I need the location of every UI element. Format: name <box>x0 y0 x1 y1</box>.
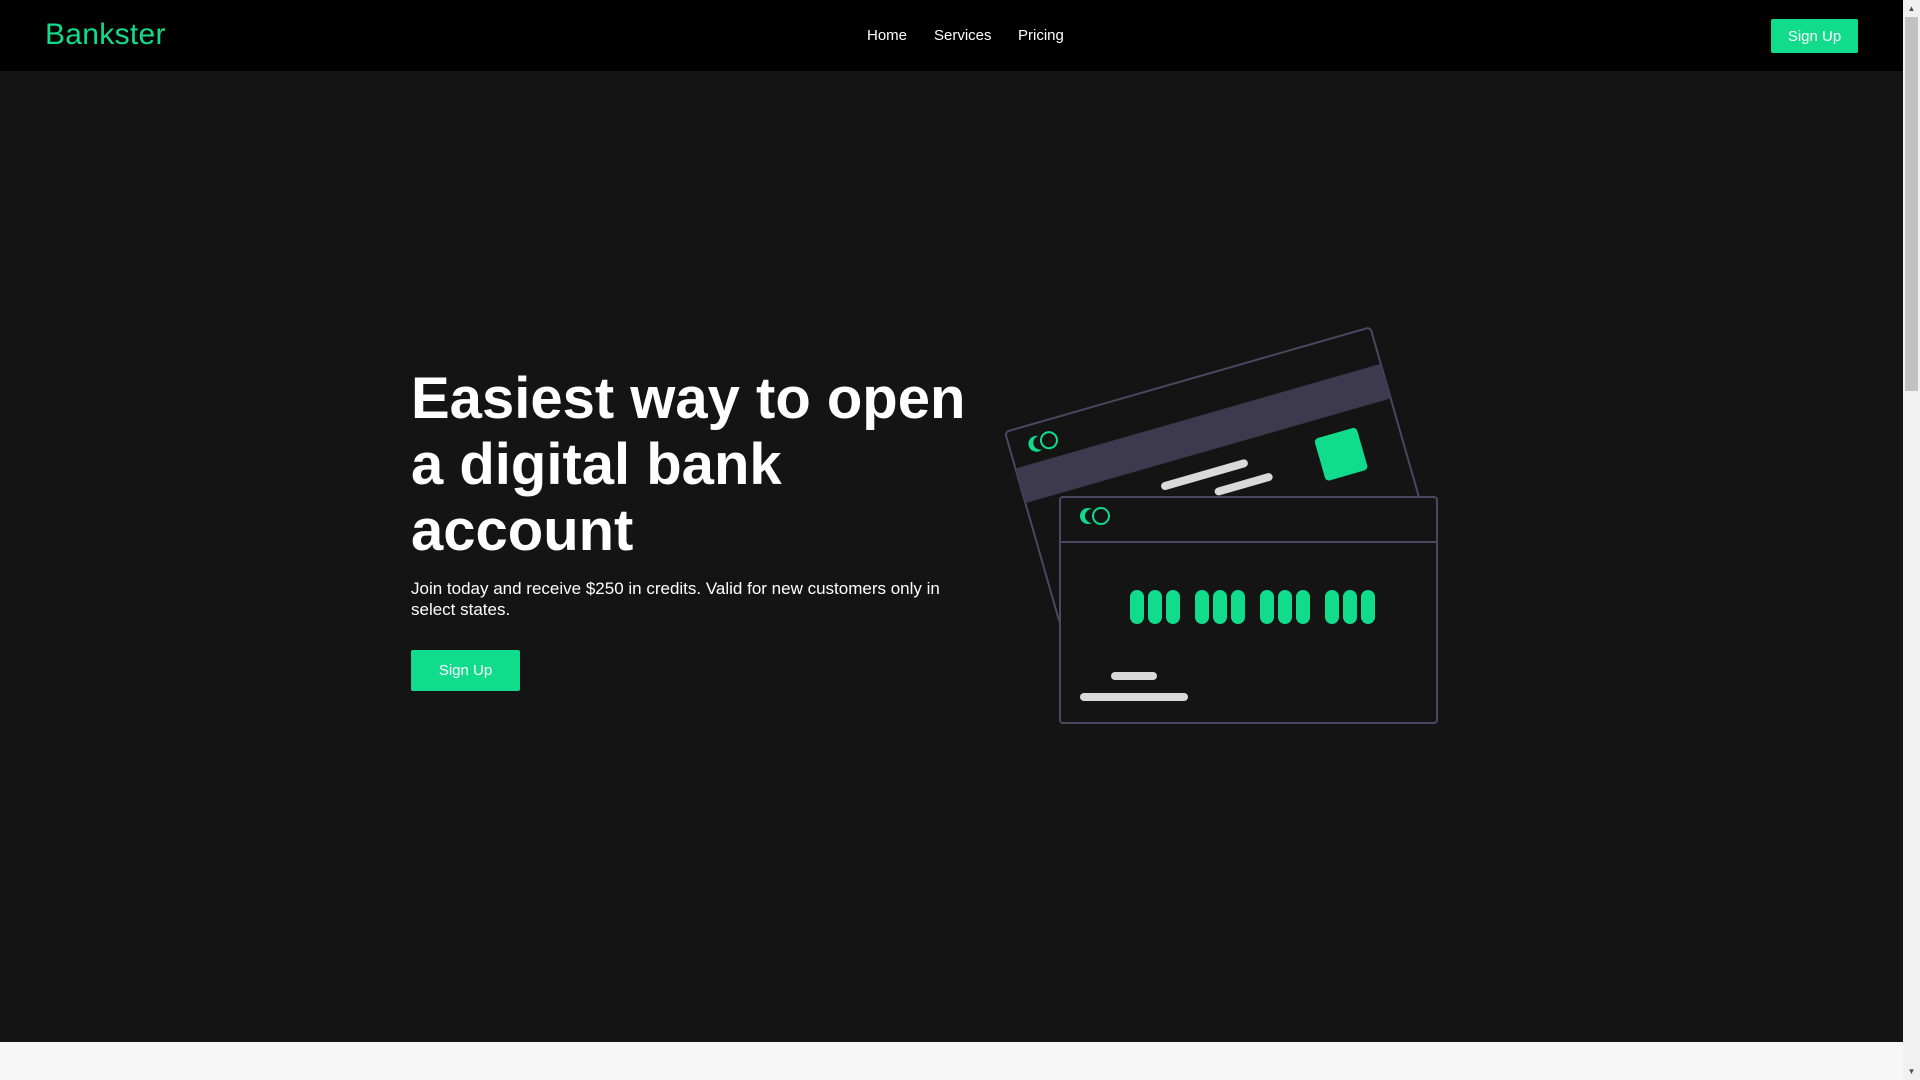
hero-subtitle: Join today and receive $250 in credits. … <box>411 579 940 619</box>
next-section <box>0 1042 1903 1080</box>
front-card <box>1059 496 1438 724</box>
nav-link-home[interactable]: Home <box>867 25 907 47</box>
nav-link-services[interactable]: Services <box>934 25 992 47</box>
nav-link-pricing[interactable]: Pricing <box>1018 25 1064 47</box>
page: Bankster Home Services Pricing Sign Up E… <box>0 0 1920 1080</box>
scroll-down-icon[interactable]: ▼ <box>1903 1063 1920 1080</box>
hero-signup-button[interactable]: Sign Up <box>411 650 520 691</box>
scroll-thumb[interactable] <box>1905 17 1918 391</box>
vertical-scrollbar[interactable]: ▲ ▼ <box>1903 0 1920 1080</box>
hero-title: Easiest way to open a digital bank accou… <box>411 366 966 563</box>
scroll-up-icon[interactable]: ▲ <box>1903 0 1920 17</box>
brand-logo[interactable]: Bankster <box>45 17 166 53</box>
navbar: Bankster Home Services Pricing Sign Up <box>0 0 1903 71</box>
nav-signup-button[interactable]: Sign Up <box>1771 19 1858 53</box>
card-illustration-icon <box>1004 327 1438 724</box>
